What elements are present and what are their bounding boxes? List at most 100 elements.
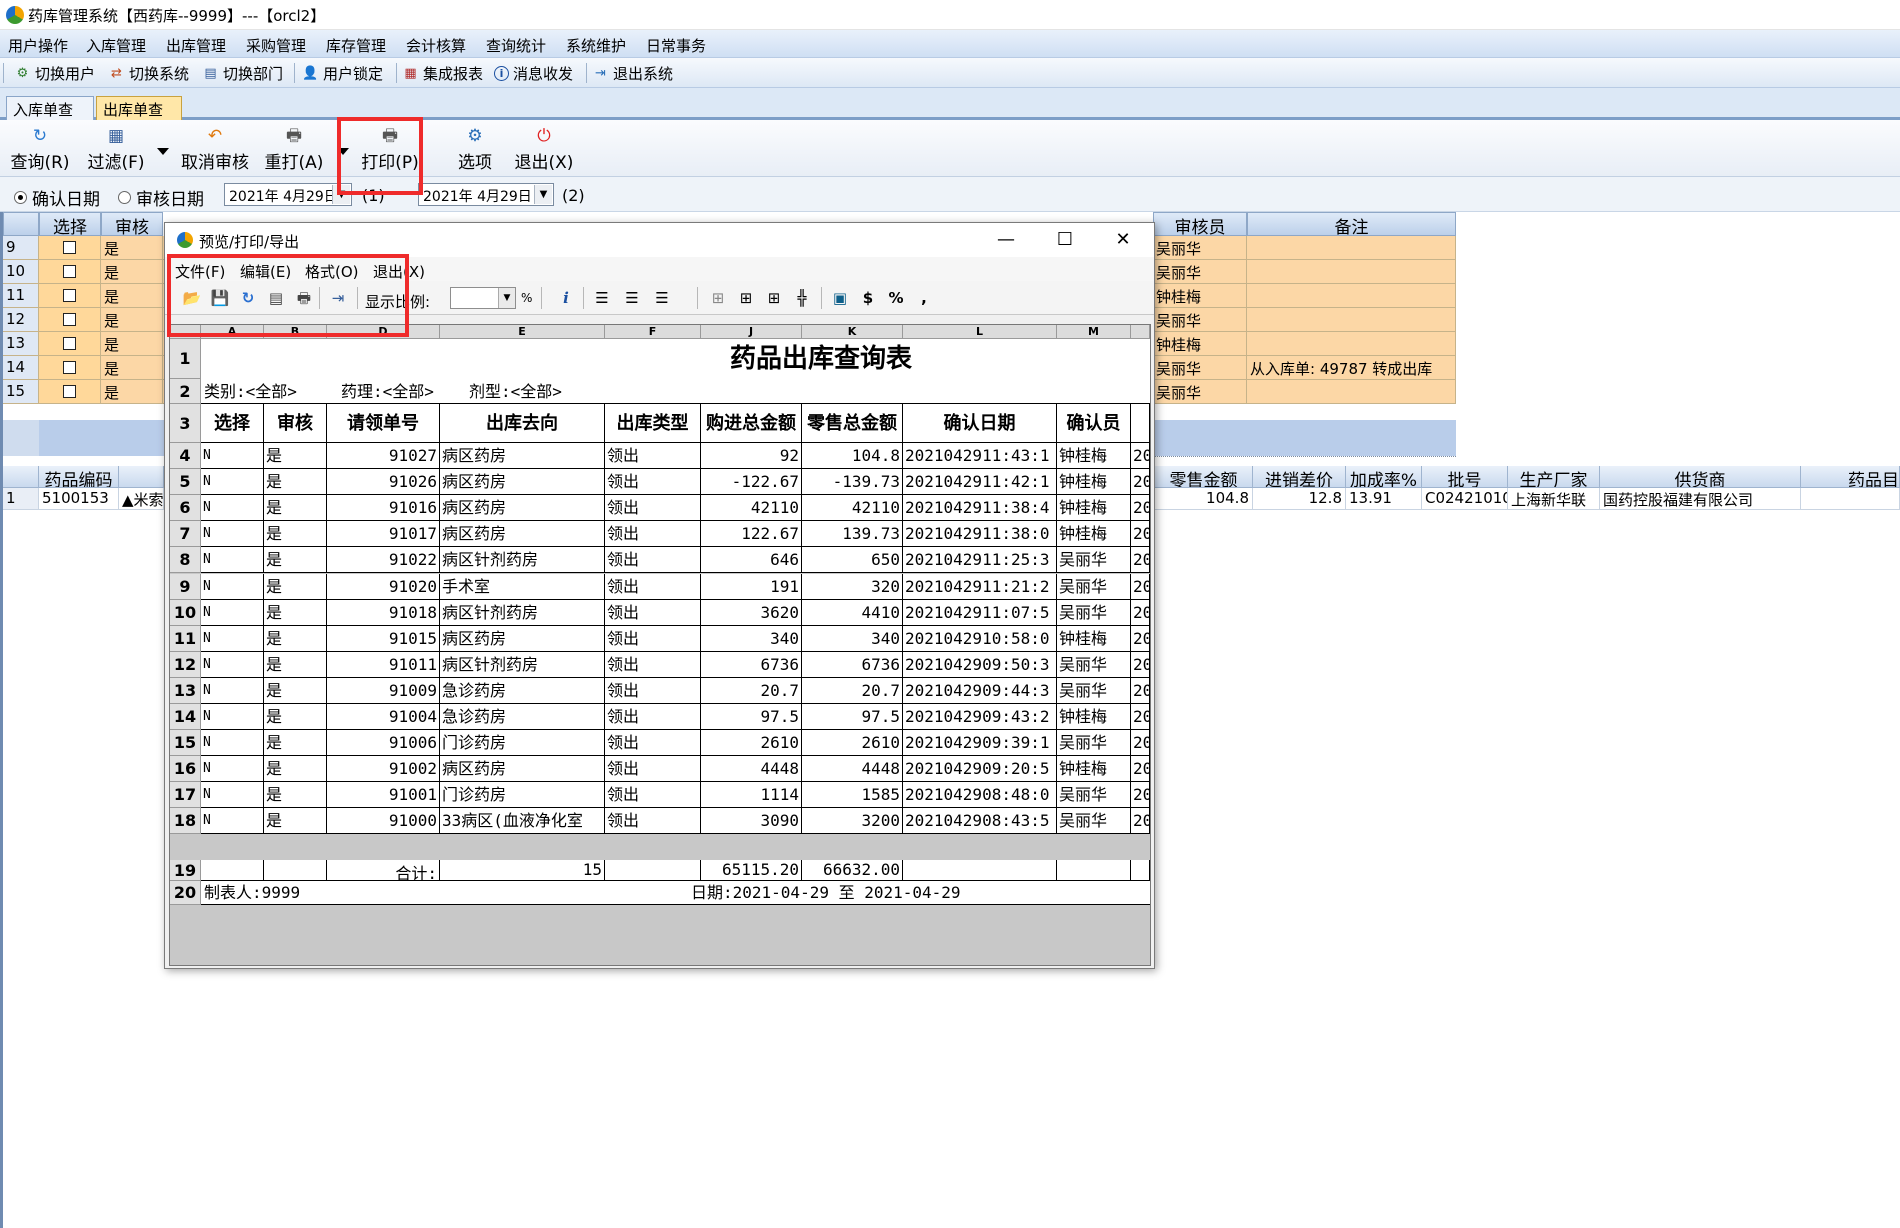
menu-inbound[interactable]: 入库管理: [86, 35, 146, 56]
col-header-retail-amount[interactable]: 零售金额: [1155, 466, 1253, 488]
report-cell-no[interactable]: 91015: [327, 625, 440, 652]
col-letter-header[interactable]: K: [802, 325, 903, 339]
report-cell-aud[interactable]: 是: [264, 730, 327, 757]
report-cell-type[interactable]: 领出: [605, 469, 701, 496]
report-cell-date[interactable]: 2021042909:44:3: [903, 677, 1057, 704]
report-cell-type[interactable]: 领出: [605, 782, 701, 809]
user-lock-button[interactable]: 👤 用户锁定: [302, 63, 383, 84]
report-cell-type[interactable]: 领出: [605, 625, 701, 652]
col-header-drug-catalog[interactable]: 药品目: [1801, 466, 1900, 488]
report-cell-sel[interactable]: N: [201, 730, 264, 757]
cell-markup-rate[interactable]: 13.91: [1346, 488, 1422, 510]
report-cell-sel[interactable]: N: [201, 495, 264, 522]
report-cell-no[interactable]: 91001: [327, 782, 440, 809]
col-header-manufacturer[interactable]: 生产厂家: [1508, 466, 1600, 488]
report-cell-sel[interactable]: N: [201, 625, 264, 652]
select-checkbox[interactable]: [39, 380, 101, 404]
date-from-picker[interactable]: 2021年 4月29日 ▼: [224, 183, 352, 206]
report-cell-retail[interactable]: 139.73: [802, 521, 903, 548]
report-cell-dest[interactable]: 病区针剂药房: [440, 651, 605, 678]
dropdown-arrow-icon[interactable]: ▼: [534, 185, 552, 204]
filter-button[interactable]: ▦ 过滤(F): [84, 126, 148, 173]
report-cell-sel[interactable]: N: [201, 573, 264, 600]
select-checkbox[interactable]: [39, 284, 101, 308]
report-cell-buy[interactable]: 1114: [701, 782, 802, 809]
report-cell-retail[interactable]: 4410: [802, 599, 903, 626]
report-cell-buy[interactable]: 646: [701, 547, 802, 574]
report-cell-no[interactable]: 91004: [327, 704, 440, 730]
report-cell-date[interactable]: 2021042911:38:4: [903, 495, 1057, 522]
report-cell-retail[interactable]: 340: [802, 625, 903, 652]
grid-none-icon[interactable]: ⊞: [707, 288, 729, 308]
report-cell-dest[interactable]: 33病区(血液净化室: [440, 808, 605, 835]
switch-system-button[interactable]: ⇄ 切换系统: [108, 63, 189, 84]
select-checkbox[interactable]: [39, 356, 101, 380]
thousands-separator-icon[interactable]: ,: [913, 288, 935, 308]
report-cell-date[interactable]: 2021042909:39:1: [903, 730, 1057, 757]
report-cell-buy[interactable]: 2610: [701, 730, 802, 757]
report-cell-sel[interactable]: N: [201, 782, 264, 809]
report-cell-op[interactable]: 吴丽华: [1057, 808, 1131, 835]
report-cell-dest[interactable]: 门诊药房: [440, 730, 605, 757]
checkbox[interactable]: [63, 313, 76, 326]
report-cell-op[interactable]: 钟桂梅: [1057, 704, 1131, 730]
checkbox[interactable]: [63, 361, 76, 374]
minimize-icon[interactable]: —: [986, 227, 1026, 253]
report-cell-date[interactable]: 2021042911:25:3: [903, 547, 1057, 574]
report-cell-dest[interactable]: 手术室: [440, 573, 605, 600]
radio-audit-date[interactable]: 审核日期: [118, 185, 204, 210]
cell-drug-catalog[interactable]: [1801, 488, 1900, 510]
cell-retail-amount[interactable]: 104.8: [1155, 488, 1253, 510]
report-cell-date[interactable]: 2021042911:21:2: [903, 573, 1057, 600]
query-button[interactable]: ↻ 查询(R): [8, 126, 72, 173]
report-cell-buy[interactable]: 191: [701, 573, 802, 600]
report-cell-type[interactable]: 领出: [605, 651, 701, 678]
col-header-select[interactable]: 选择: [39, 212, 101, 238]
messages-button[interactable]: i 消息收发: [494, 63, 573, 84]
report-cell-sel[interactable]: N: [201, 599, 264, 626]
report-cell-retail[interactable]: 104.8: [802, 443, 903, 469]
align-left-icon[interactable]: ☰: [591, 288, 613, 308]
report-cell-date[interactable]: 2021042909:50:3: [903, 651, 1057, 678]
cell-price-diff[interactable]: 12.8: [1253, 488, 1346, 510]
report-cell-retail[interactable]: 97.5: [802, 704, 903, 730]
switch-dept-button[interactable]: ▤ 切换部门: [202, 63, 283, 84]
report-cell-no[interactable]: 91020: [327, 573, 440, 600]
exit-button[interactable]: ⏻ 退出(X): [512, 126, 576, 173]
report-cell-sel[interactable]: N: [201, 756, 264, 783]
report-cell-buy[interactable]: 3090: [701, 808, 802, 835]
menu-system-maint[interactable]: 系统维护: [566, 35, 626, 56]
report-cell-buy[interactable]: 340: [701, 625, 802, 652]
cell-drug-code[interactable]: 5100153: [39, 488, 119, 510]
report-cell-type[interactable]: 领出: [605, 704, 701, 730]
select-checkbox[interactable]: [39, 260, 101, 284]
number-format-icon[interactable]: ▣: [829, 288, 851, 308]
report-cell-op[interactable]: 吴丽华: [1057, 782, 1131, 809]
col-header-batch[interactable]: 批号: [1422, 466, 1508, 488]
report-cell-type[interactable]: 领出: [605, 547, 701, 574]
report-cell-date[interactable]: 2021042909:43:2: [903, 704, 1057, 730]
report-cell-buy[interactable]: 97.5: [701, 704, 802, 730]
report-cell-op[interactable]: 钟桂梅: [1057, 521, 1131, 548]
report-cell-type[interactable]: 领出: [605, 730, 701, 757]
report-cell-dest[interactable]: 病区药房: [440, 756, 605, 783]
grid-outer-icon[interactable]: ⊞: [763, 288, 785, 308]
cell-batch[interactable]: C02421010:: [1422, 488, 1508, 510]
report-cell-date[interactable]: 2021042911:43:1: [903, 443, 1057, 469]
report-cell-type[interactable]: 领出: [605, 521, 701, 548]
col-letter-header[interactable]: J: [701, 325, 802, 339]
report-cell-retail[interactable]: 650: [802, 547, 903, 574]
report-cell-dest[interactable]: 病区药房: [440, 625, 605, 652]
report-cell-dest[interactable]: 病区针剂药房: [440, 547, 605, 574]
report-cell-retail[interactable]: 3200: [802, 808, 903, 835]
report-cell-aud[interactable]: 是: [264, 808, 327, 835]
report-cell-op[interactable]: 钟桂梅: [1057, 756, 1131, 783]
report-cell-date[interactable]: 2021042911:07:5: [903, 599, 1057, 626]
percent-icon[interactable]: %: [885, 288, 907, 308]
report-cell-buy[interactable]: 4448: [701, 756, 802, 783]
report-cell-aud[interactable]: 是: [264, 756, 327, 783]
checkbox[interactable]: [63, 337, 76, 350]
select-checkbox[interactable]: [39, 332, 101, 356]
menu-purchase[interactable]: 采购管理: [246, 35, 306, 56]
report-cell-op[interactable]: 吴丽华: [1057, 599, 1131, 626]
